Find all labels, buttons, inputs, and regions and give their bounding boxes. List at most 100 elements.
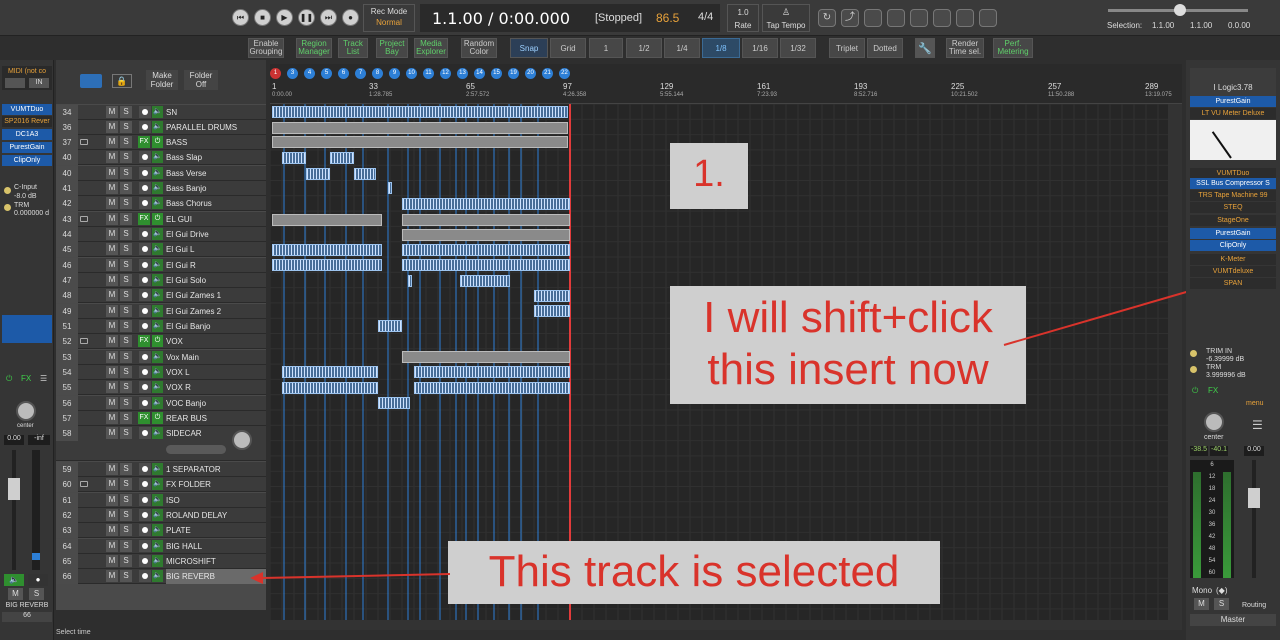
record-arm-button[interactable] xyxy=(139,228,151,240)
track-name[interactable]: Bass Banjo xyxy=(166,181,266,196)
mute-button[interactable]: M xyxy=(106,182,118,194)
solo-button[interactable]: S xyxy=(120,524,132,536)
media-item[interactable] xyxy=(408,275,412,287)
marker-icon[interactable]: 22 xyxy=(559,68,570,79)
track-name[interactable]: VOC Banjo xyxy=(166,396,266,411)
selection-length[interactable]: 0.0.00 xyxy=(1228,21,1250,30)
marker-icon[interactable]: 5 xyxy=(321,68,332,79)
mute-button[interactable]: M xyxy=(106,167,118,179)
power-icon[interactable]: ⏻ xyxy=(1192,386,1198,396)
track-row[interactable]: 54 M S 🔈 VOX L xyxy=(56,365,266,380)
mute-button[interactable]: M xyxy=(106,151,118,163)
dotted-button[interactable]: Dotted xyxy=(867,38,903,58)
track-name[interactable]: BIG REVERB xyxy=(166,569,266,584)
media-item[interactable] xyxy=(272,136,568,148)
mixer-icon[interactable] xyxy=(80,74,102,88)
marker-icon[interactable]: 6 xyxy=(338,68,349,79)
mute-button[interactable]: M xyxy=(106,335,118,347)
solo-button[interactable]: S xyxy=(120,555,132,567)
media-item[interactable] xyxy=(272,106,568,118)
list-icon[interactable]: ☰ xyxy=(1252,418,1263,432)
track-name[interactable]: SN xyxy=(166,105,266,120)
division-32nd-button[interactable]: 1/32 xyxy=(780,38,816,58)
mute-button[interactable]: M xyxy=(106,509,118,521)
track-row[interactable]: 55 M S 🔈 VOX R xyxy=(56,380,266,395)
track-row[interactable]: 58 M S 🔈 SIDECAR xyxy=(56,426,266,461)
perf-metering-button[interactable]: Perf. Metering xyxy=(993,38,1033,58)
speaker-icon[interactable]: 🔈 xyxy=(152,381,163,393)
track-name[interactable]: PLATE xyxy=(166,523,266,538)
speaker-icon[interactable]: 🔈 xyxy=(152,151,163,163)
record-arm-button[interactable] xyxy=(139,320,151,332)
solo-button[interactable]: S xyxy=(120,259,132,271)
track-name[interactable]: BIG HALL xyxy=(166,539,266,554)
master-fx-slot[interactable]: LT VU Meter Deluxe xyxy=(1190,108,1276,119)
speaker-icon[interactable]: 🔈 xyxy=(152,463,163,475)
media-item[interactable] xyxy=(330,152,354,164)
knob-icon[interactable] xyxy=(1190,366,1197,373)
fx-button[interactable]: FX xyxy=(21,374,31,383)
fx-slot-1[interactable]: VUMTDuo xyxy=(2,104,52,115)
loop-icon[interactable]: ↻ xyxy=(818,9,836,27)
record-arm-button[interactable] xyxy=(139,151,151,163)
solo-button[interactable]: S xyxy=(120,509,132,521)
track-row[interactable]: 44 M S 🔈 El Gui Drive xyxy=(56,227,266,242)
speaker-icon[interactable]: 🔈 xyxy=(152,540,163,552)
solo-button[interactable]: S xyxy=(29,588,44,600)
pan-knob[interactable] xyxy=(1204,412,1224,432)
selection-end[interactable]: 1.1.00 xyxy=(1190,21,1212,30)
folder-icon[interactable] xyxy=(80,216,88,222)
tap-tempo-button[interactable]: ♙ Tap Tempo xyxy=(762,4,810,32)
master-mute-button[interactable]: M xyxy=(1194,598,1209,610)
playrate[interactable]: 1.0 Rate xyxy=(727,4,759,32)
media-item[interactable] xyxy=(282,152,306,164)
record-arm-button[interactable] xyxy=(139,366,151,378)
speaker-icon[interactable]: 🔈 xyxy=(152,427,163,439)
solo-button[interactable]: S xyxy=(120,540,132,552)
toggle-button-3[interactable] xyxy=(910,9,928,27)
media-item[interactable] xyxy=(534,290,570,302)
track-name[interactable]: Vox Main xyxy=(166,350,266,365)
track-name[interactable]: FX FOLDER xyxy=(166,477,266,492)
record-arm-button[interactable] xyxy=(139,427,151,439)
pan-knob[interactable] xyxy=(232,430,252,450)
track-row[interactable]: 46 M S 🔈 El Gui R xyxy=(56,258,266,273)
mute-button[interactable]: M xyxy=(106,463,118,475)
marker-icon[interactable]: 13 xyxy=(457,68,468,79)
record-arm-button[interactable] xyxy=(139,289,151,301)
media-item[interactable] xyxy=(282,382,378,394)
solo-button[interactable]: S xyxy=(120,106,132,118)
track-row[interactable]: 66 M S 🔈 BIG REVERB xyxy=(56,569,266,584)
marker-icon[interactable]: 14 xyxy=(474,68,485,79)
speaker-icon[interactable]: 🔈 xyxy=(152,182,163,194)
track-row[interactable]: 57 M S FX ⏻ REAR BUS xyxy=(56,411,266,426)
track-row[interactable]: 60 M S 🔈 FX FOLDER xyxy=(56,477,266,492)
power-icon[interactable]: ⏻ xyxy=(152,136,163,148)
solo-button[interactable]: S xyxy=(120,320,132,332)
track-row[interactable]: 56 M S 🔈 VOC Banjo xyxy=(56,396,266,411)
track-name[interactable]: ROLAND DELAY xyxy=(166,508,266,523)
division-1-button[interactable]: 1 xyxy=(589,38,623,58)
media-explorer-button[interactable]: Media Explorer xyxy=(414,38,448,58)
folder-icon[interactable] xyxy=(80,338,88,344)
power-icon[interactable]: ⏻ xyxy=(6,374,12,384)
marker-icon[interactable]: 4 xyxy=(304,68,315,79)
fx-slot-5[interactable]: ClipOnly xyxy=(2,155,52,166)
speaker-icon[interactable]: 🔈 xyxy=(152,228,163,240)
knob-icon[interactable] xyxy=(1190,350,1197,357)
midi-input-box[interactable]: MIDI (not co IN xyxy=(2,66,52,90)
pause-button[interactable]: ❚❚ xyxy=(298,9,315,26)
record-arm-button[interactable] xyxy=(139,305,151,317)
marker-icon[interactable]: 12 xyxy=(440,68,451,79)
track-row[interactable]: 43 M S FX ⏻ EL GUI xyxy=(56,212,266,227)
track-name[interactable]: 1 SEPARATOR xyxy=(166,462,266,477)
track-list-button[interactable]: Track List xyxy=(338,38,368,58)
record-arm-button[interactable]: ● xyxy=(28,574,48,586)
track-name[interactable]: ISO xyxy=(166,493,266,508)
solo-button[interactable]: S xyxy=(120,412,132,424)
track-row[interactable]: 53 M S 🔈 Vox Main xyxy=(56,350,266,365)
mute-button[interactable]: M xyxy=(106,213,118,225)
record-arm-button[interactable] xyxy=(139,509,151,521)
track-name[interactable]: Bass Verse xyxy=(166,166,266,181)
speaker-icon[interactable]: 🔈 xyxy=(152,320,163,332)
